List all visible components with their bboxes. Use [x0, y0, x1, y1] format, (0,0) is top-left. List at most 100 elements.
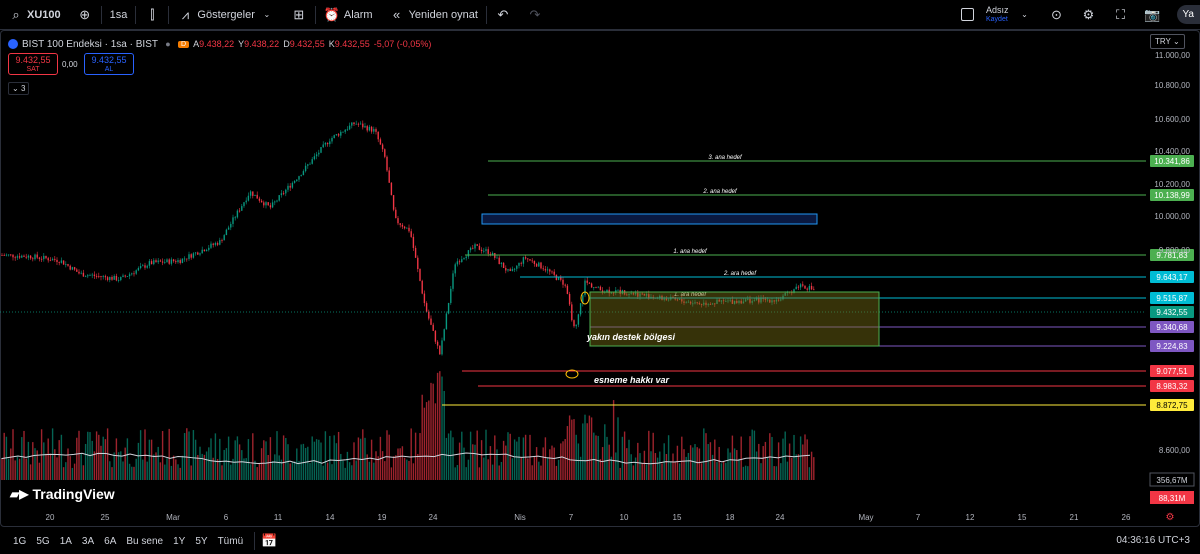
clock[interactable]: 04:36:16 UTC+3: [1116, 535, 1190, 546]
candle-body: [599, 286, 602, 291]
candle-body: [417, 257, 419, 269]
volume-bar: [582, 423, 584, 480]
price-level[interactable]: 1. ana hedef 9.781,83: [465, 249, 1194, 261]
range-button[interactable]: Bu sene: [121, 536, 168, 547]
price-level[interactable]: 9.077,51: [462, 365, 1194, 377]
interval-button[interactable]: 1sa: [102, 0, 136, 30]
undo-button[interactable]: ↶: [487, 0, 519, 30]
fullscreen-button[interactable]: ⛶: [1105, 0, 1137, 30]
target-zone-rect[interactable]: [481, 213, 818, 225]
range-button[interactable]: Tümü: [213, 536, 249, 547]
candle: [271, 199, 274, 209]
candle-body: [571, 304, 573, 321]
volume-bar: [520, 457, 522, 480]
publish-button[interactable]: Ya: [1169, 0, 1200, 30]
price-level[interactable]: 8.983,32: [478, 380, 1194, 392]
candle: [390, 182, 393, 196]
range-button[interactable]: 5G: [31, 536, 54, 547]
range-button[interactable]: 1G: [8, 536, 31, 547]
price-level[interactable]: 8.872,75: [442, 399, 1194, 411]
candle-body: [225, 229, 228, 236]
calendar-icon[interactable]: 📅: [261, 533, 277, 549]
volume-bar: [771, 436, 773, 480]
range-button[interactable]: 1A: [55, 536, 77, 547]
price-chart[interactable]: 3. ana hedef 10.341,86 2. ana hedef 10.138,…: [0, 30, 1200, 527]
alarm-button[interactable]: ⏰ Alarm: [316, 0, 381, 30]
candle: [447, 302, 450, 315]
volume-bar: [436, 372, 439, 480]
compare-symbol-button[interactable]: ⊕: [69, 0, 101, 30]
candle-body: [516, 265, 518, 269]
range-button[interactable]: 5Y: [190, 536, 212, 547]
volume-bar: [54, 449, 56, 480]
candle-body: [34, 254, 36, 260]
candle-body: [67, 264, 69, 266]
candle-body: [258, 198, 261, 201]
volume-bar: [34, 448, 36, 480]
settings-button[interactable]: ⚙: [1073, 0, 1105, 30]
x-tick: 24: [776, 513, 785, 522]
currency-button[interactable]: TRY ⌄: [1150, 34, 1185, 49]
candle: [175, 259, 177, 265]
candle-body: [227, 227, 230, 230]
volume-bar: [425, 402, 428, 480]
candle: [527, 258, 529, 263]
candle-body: [208, 247, 210, 250]
sell-button[interactable]: 9.432,55 SAT: [8, 53, 58, 75]
range-button[interactable]: 3A: [77, 536, 99, 547]
candle-body: [524, 257, 527, 259]
candle: [535, 262, 538, 267]
volume-bar: [639, 453, 641, 480]
candle: [498, 255, 500, 265]
candle-body: [271, 202, 274, 208]
candle-body: [333, 135, 335, 138]
price-level[interactable]: 2. ana hedef 10.138,99: [488, 189, 1194, 201]
candle: [34, 253, 36, 261]
volume-bar: [606, 436, 608, 480]
candle-body: [122, 275, 124, 278]
candle: [509, 267, 511, 272]
axis-settings-icon[interactable]: ⚙: [1166, 512, 1175, 523]
candle-body: [205, 249, 208, 252]
volume-bar: [326, 462, 329, 480]
candle: [27, 254, 30, 261]
volume-bar: [465, 467, 467, 480]
spread-value: 0,00: [62, 60, 78, 69]
volume-bar: [18, 458, 21, 480]
bottom-toolbar: 1G 5G 1A 3A 6A Bu sene 1Y 5Y Tümü 📅: [0, 528, 1200, 554]
volume-bar: [538, 461, 540, 480]
layouts-button[interactable]: ⊞: [283, 0, 315, 30]
candle: [452, 270, 454, 292]
range-button[interactable]: 1Y: [168, 536, 190, 547]
candle: [183, 256, 186, 262]
layout-name-button[interactable]: Adsız Kaydet ⌄: [953, 0, 1041, 30]
indicators-toggle[interactable]: ⌄ 3: [8, 82, 30, 95]
quick-search-button[interactable]: ⊙: [1041, 0, 1073, 30]
candle-body: [441, 340, 443, 355]
eye-icon[interactable]: ●: [162, 36, 174, 52]
volume-bar: [601, 447, 604, 480]
candle: [87, 273, 89, 279]
price-level[interactable]: 2. ara hedef 9.643,17: [520, 271, 1194, 283]
redo-button[interactable]: ↷: [519, 0, 551, 30]
symbol-search[interactable]: ⌕ XU100: [0, 0, 69, 30]
range-button[interactable]: 6A: [99, 536, 121, 547]
candle: [164, 259, 166, 265]
volume-bar: [590, 417, 593, 480]
snapshot-button[interactable]: 📷: [1137, 0, 1169, 30]
volume-bar: [489, 446, 492, 480]
candle: [381, 143, 384, 153]
candle: [274, 200, 276, 206]
time-axis[interactable]: 20 25 Mar 6 11 14 19 24 Nis 7 10 15 18 24 May 7 12 15 21 26…: [46, 512, 1175, 523]
replay-button[interactable]: « Yeniden oynat: [381, 0, 486, 30]
symbol-legend[interactable]: BIST 100 Endeksi · 1sa · BIST ● D A9.438…: [8, 36, 431, 52]
buy-button[interactable]: 9.432,55 AL: [84, 53, 134, 75]
price-level[interactable]: 3. ana hedef 10.341,86: [488, 155, 1194, 167]
candle: [80, 270, 82, 275]
ohlc-value: 9.432,55: [289, 39, 325, 49]
candle-body: [443, 329, 445, 341]
indicators-button[interactable]: ⩘ Göstergeler ⌄: [169, 0, 282, 30]
volume-bar: [109, 461, 111, 480]
chart-type-button[interactable]: ⫿: [136, 0, 168, 30]
candle: [386, 155, 388, 173]
